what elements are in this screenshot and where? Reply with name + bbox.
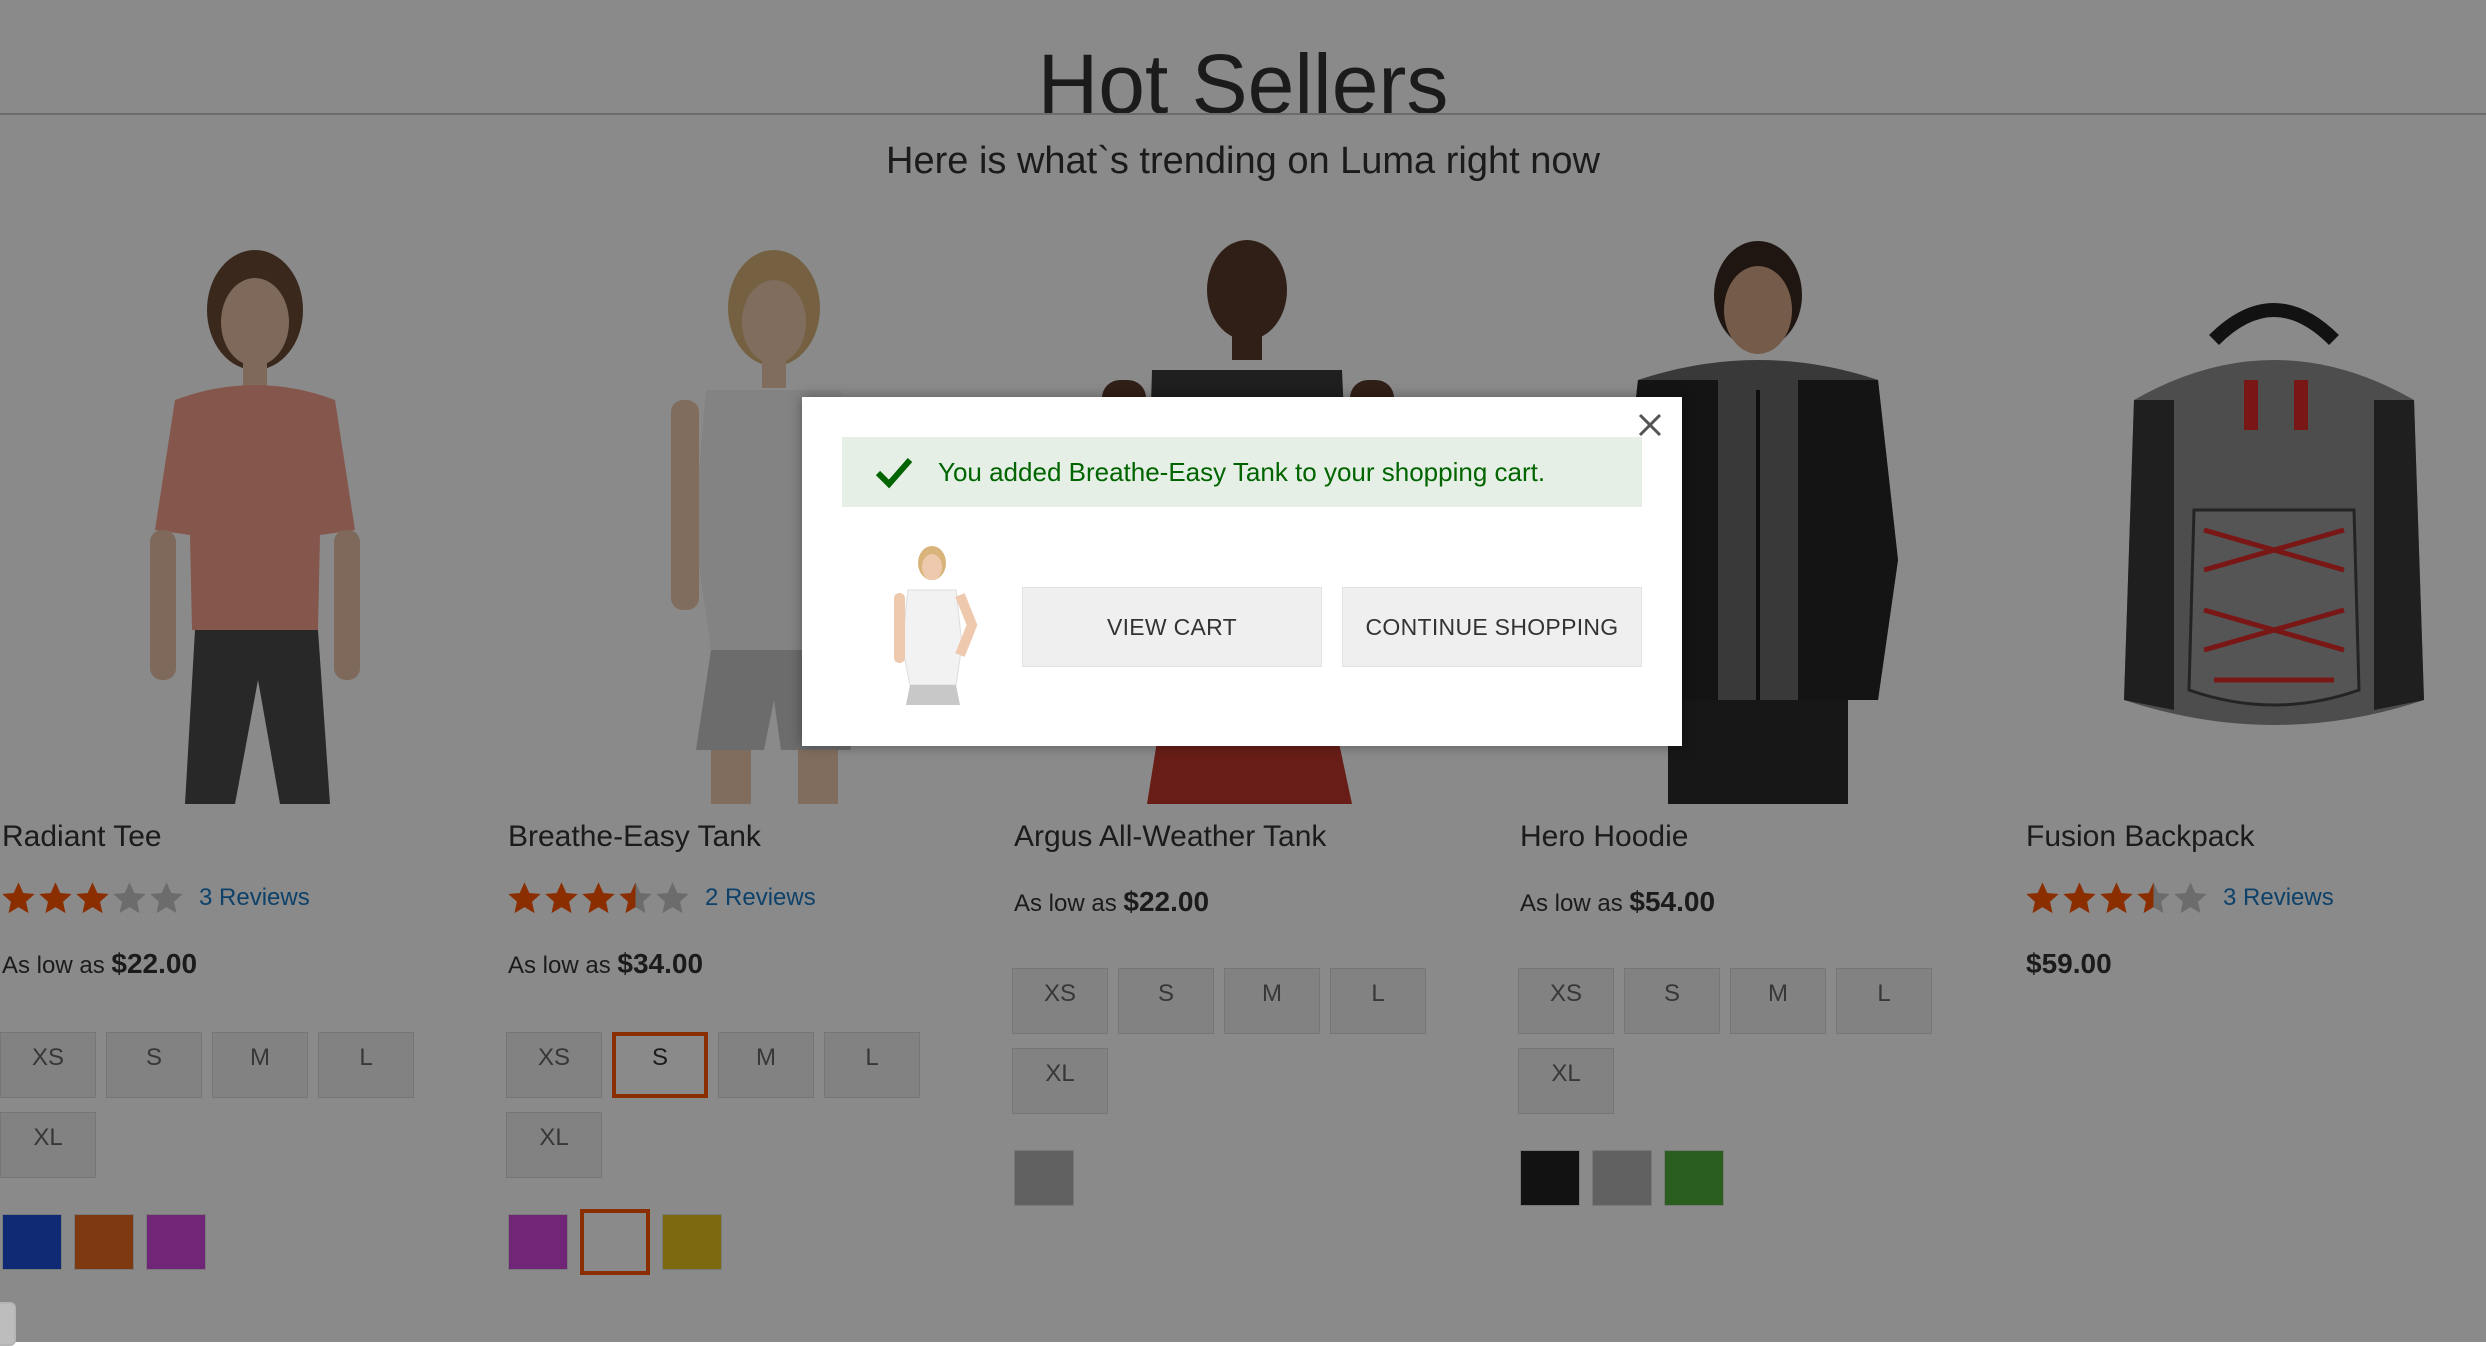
view-cart-button[interactable]: VIEW CART (1022, 587, 1322, 667)
success-message: You added Breathe-Easy Tank to your shop… (842, 437, 1642, 507)
continue-shopping-button[interactable]: CONTINUE SHOPPING (1342, 587, 1642, 667)
product-thumbnail (872, 545, 988, 705)
scroll-handle[interactable] (0, 1302, 16, 1346)
checkmark-icon (875, 458, 913, 489)
success-message-text: You added Breathe-Easy Tank to your shop… (938, 456, 1546, 487)
add-to-cart-modal: You added Breathe-Easy Tank to your shop… (802, 397, 1682, 746)
